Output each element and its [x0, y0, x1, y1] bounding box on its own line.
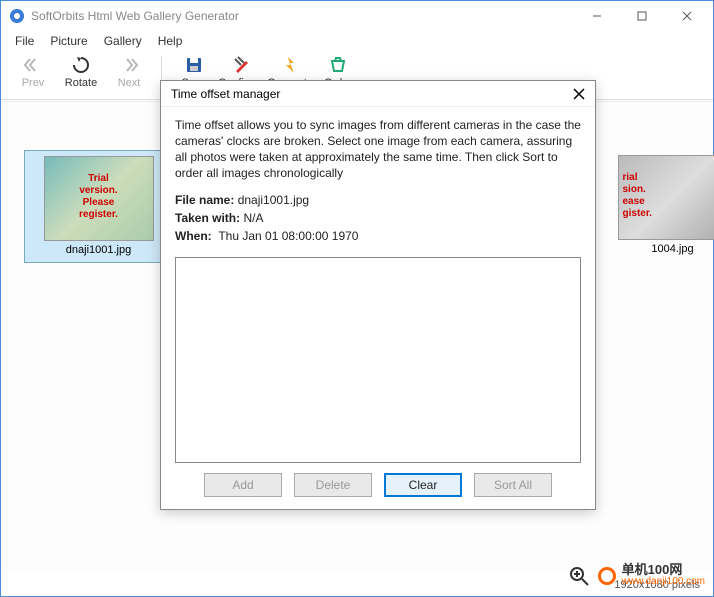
- thumbnail-filename: dnaji1001.jpg: [25, 241, 172, 260]
- when-row: When: Thu Jan 01 08:00:00 1970: [175, 229, 581, 243]
- thumbnail-item[interactable]: rialsion.easegister. 1004.jpg: [598, 150, 714, 261]
- taken-with-value: N/A: [243, 211, 263, 225]
- minimize-button[interactable]: [574, 2, 619, 30]
- magnifier-icon: [568, 565, 590, 587]
- time-offset-dialog: Time offset manager Time offset allows y…: [160, 80, 596, 510]
- offset-listbox[interactable]: [175, 257, 581, 463]
- rotate-icon: [71, 55, 91, 75]
- sort-all-button[interactable]: Sort All: [474, 473, 552, 497]
- menu-file[interactable]: File: [7, 32, 42, 50]
- when-label: When:: [175, 229, 212, 243]
- menubar: File Picture Gallery Help: [1, 31, 713, 51]
- trial-watermark: Trialversion.Pleaseregister.: [45, 157, 153, 221]
- dialog-description: Time offset allows you to sync images fr…: [175, 117, 581, 181]
- file-name-label: File name:: [175, 193, 234, 207]
- site-watermark-text: 单机100网 www.danji100.com: [622, 564, 705, 588]
- dialog-body: Time offset allows you to sync images fr…: [161, 107, 595, 509]
- trial-watermark: rialsion.easegister.: [619, 156, 714, 220]
- main-window: SoftOrbits Html Web Gallery Generator Fi…: [0, 0, 714, 597]
- generate-icon: [280, 55, 300, 75]
- dialog-close-button[interactable]: [571, 86, 587, 102]
- menu-picture[interactable]: Picture: [42, 32, 95, 50]
- window-title: SoftOrbits Html Web Gallery Generator: [31, 9, 574, 23]
- when-value: Thu Jan 01 08:00:00 1970: [218, 229, 358, 243]
- close-button[interactable]: [664, 2, 709, 30]
- delete-button[interactable]: Delete: [294, 473, 372, 497]
- thumbnail-filename: 1004.jpg: [598, 240, 714, 259]
- app-icon: [9, 8, 25, 24]
- thumbnail-image: rialsion.easegister.: [618, 155, 714, 240]
- site-logo-icon: [598, 567, 616, 585]
- file-name-row: File name: dnaji1001.jpg: [175, 193, 581, 207]
- thumbnail-image: Trialversion.Pleaseregister.: [44, 156, 154, 241]
- menu-gallery[interactable]: Gallery: [96, 32, 150, 50]
- configure-icon: [232, 55, 252, 75]
- dialog-titlebar: Time offset manager: [161, 81, 595, 107]
- window-controls: [574, 2, 709, 30]
- save-icon: [184, 55, 204, 75]
- thumbnail-item[interactable]: Trialversion.Pleaseregister. dnaji1001.j…: [24, 150, 173, 263]
- titlebar: SoftOrbits Html Web Gallery Generator: [1, 1, 713, 31]
- menu-help[interactable]: Help: [150, 32, 191, 50]
- clear-button[interactable]: Clear: [384, 473, 462, 497]
- file-name-value: dnaji1001.jpg: [238, 193, 309, 207]
- order-icon: [328, 55, 348, 75]
- taken-with-row: Taken with: N/A: [175, 211, 581, 225]
- site-watermark: 单机100网 www.danji100.com: [568, 564, 705, 588]
- add-button[interactable]: Add: [204, 473, 282, 497]
- rotate-button[interactable]: Rotate: [57, 53, 105, 97]
- next-button[interactable]: Next: [105, 53, 153, 97]
- prev-button[interactable]: Prev: [9, 53, 57, 97]
- next-icon: [119, 55, 139, 75]
- maximize-button[interactable]: [619, 2, 664, 30]
- dialog-title-text: Time offset manager: [171, 87, 571, 101]
- prev-icon: [23, 55, 43, 75]
- taken-with-label: Taken with:: [175, 211, 240, 225]
- dialog-button-row: Add Delete Clear Sort All: [175, 473, 581, 501]
